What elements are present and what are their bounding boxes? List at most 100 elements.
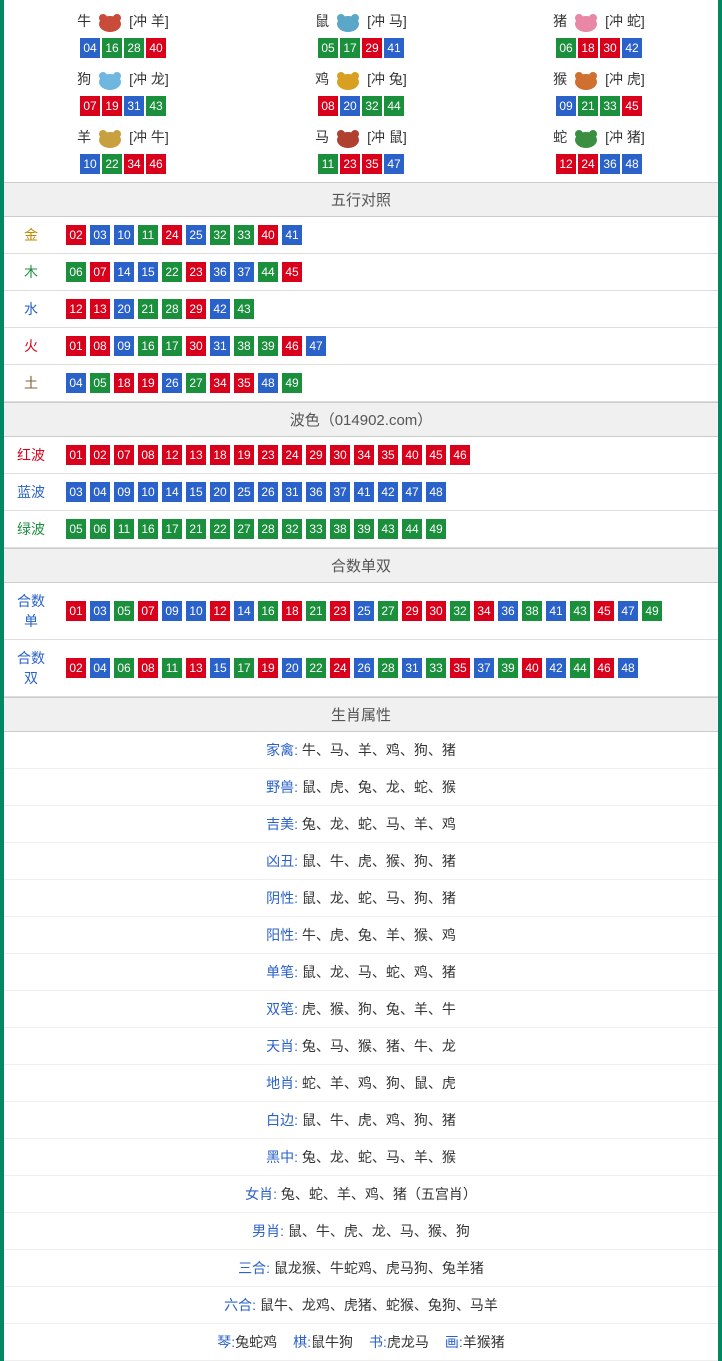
zodiac-name: 羊 (77, 127, 91, 147)
row-nums: 06071415222336374445 (58, 254, 718, 291)
number-chip: 11 (114, 519, 134, 539)
number-chip: 25 (234, 482, 254, 502)
number-chip: 21 (186, 519, 206, 539)
number-chip: 19 (102, 96, 122, 116)
number-chip: 22 (210, 519, 230, 539)
number-chip: 33 (234, 225, 254, 245)
attr-val: 鼠、牛、虎、鸡、狗、猪 (302, 1112, 456, 1128)
zodiac-name: 猪 (553, 11, 567, 31)
zodiac-icon (93, 8, 127, 34)
zodiac-clash: [冲 兔] (367, 69, 407, 89)
attr-row: 黑中: 兔、龙、蛇、马、羊、猴 (4, 1139, 718, 1176)
number-chip: 16 (138, 336, 158, 356)
number-chip: 08 (90, 336, 110, 356)
zodiac-name: 蛇 (553, 127, 567, 147)
number-chip: 14 (162, 482, 182, 502)
table-row: 木06071415222336374445 (4, 254, 718, 291)
number-chip: 04 (66, 373, 86, 393)
number-chip: 20 (282, 658, 302, 678)
attr-key: 单笔: (266, 964, 302, 980)
table-row: 金02031011242532334041 (4, 217, 718, 254)
row-label: 蓝波 (4, 474, 58, 511)
number-chip: 12 (162, 445, 182, 465)
attr-row: 地肖: 蛇、羊、鸡、狗、鼠、虎 (4, 1065, 718, 1102)
row-nums: 0108091617303138394647 (58, 328, 718, 365)
final-val: 兔蛇鸡 (235, 1334, 277, 1350)
table-bose: 红波0102070812131819232429303435404546蓝波03… (4, 437, 718, 548)
attr-key: 男肖: (252, 1223, 288, 1239)
number-chip: 47 (306, 336, 326, 356)
number-chip: 41 (282, 225, 302, 245)
number-chip: 12 (210, 601, 230, 621)
final-key: 书: (369, 1334, 387, 1350)
row-nums: 0204060811131517192022242628313335373940… (58, 640, 718, 697)
attr-key: 六合: (224, 1297, 260, 1313)
number-chip: 39 (258, 336, 278, 356)
table-row: 绿波05061116172122272832333839434449 (4, 511, 718, 548)
final-key: 琴: (217, 1334, 235, 1350)
row-label: 合数双 (4, 640, 58, 697)
number-chip: 20 (340, 96, 360, 116)
number-chip: 21 (578, 96, 598, 116)
attr-row: 阳性: 牛、虎、兔、羊、猴、鸡 (4, 917, 718, 954)
attr-row: 凶丑: 鼠、牛、虎、猴、狗、猪 (4, 843, 718, 880)
number-chip: 08 (138, 658, 158, 678)
attr-key: 凶丑: (266, 853, 302, 869)
row-nums: 05061116172122272832333839434449 (58, 511, 718, 548)
number-chip: 04 (90, 482, 110, 502)
number-chip: 08 (138, 445, 158, 465)
attr-val: 鼠、虎、兔、龙、蛇、猴 (302, 779, 456, 795)
row-label: 火 (4, 328, 58, 365)
attr-key: 三合: (238, 1260, 274, 1276)
row-label: 金 (4, 217, 58, 254)
number-chip: 38 (522, 601, 542, 621)
number-chip: 25 (354, 601, 374, 621)
number-chip: 11 (162, 658, 182, 678)
table-wuxing: 金02031011242532334041木060714152223363744… (4, 217, 718, 402)
number-chip: 38 (234, 336, 254, 356)
zodiac-cell: 羊[冲 牛]10223446 (4, 120, 242, 178)
table-row: 火0108091617303138394647 (4, 328, 718, 365)
number-chip: 26 (162, 373, 182, 393)
final-val: 鼠牛狗 (311, 1334, 353, 1350)
zodiac-cell: 蛇[冲 猪]12243648 (480, 120, 718, 178)
number-chip: 01 (66, 601, 86, 621)
number-chip: 19 (258, 658, 278, 678)
row-label: 红波 (4, 437, 58, 474)
zodiac-icon (93, 124, 127, 150)
final-pair: 琴:兔蛇鸡 (217, 1332, 277, 1352)
zodiac-name: 牛 (77, 11, 91, 31)
number-chip: 32 (210, 225, 230, 245)
number-chip: 14 (114, 262, 134, 282)
number-chip: 07 (114, 445, 134, 465)
number-chip: 26 (258, 482, 278, 502)
number-chip: 49 (282, 373, 302, 393)
attr-val: 牛、马、羊、鸡、狗、猪 (302, 742, 456, 758)
number-chip: 24 (330, 658, 350, 678)
number-chip: 29 (186, 299, 206, 319)
number-chip: 30 (330, 445, 350, 465)
number-chip: 32 (362, 96, 382, 116)
number-chip: 20 (210, 482, 230, 502)
row-label: 合数单 (4, 583, 58, 640)
number-chip: 02 (66, 225, 86, 245)
number-chip: 27 (378, 601, 398, 621)
zodiac-icon (331, 124, 365, 150)
number-chip: 48 (618, 658, 638, 678)
number-chip: 02 (66, 658, 86, 678)
attr-val: 鼠、龙、蛇、马、狗、猪 (302, 890, 456, 906)
number-chip: 20 (114, 299, 134, 319)
zodiac-cell: 鸡[冲 兔]08203244 (242, 62, 480, 120)
attr-row: 男肖: 鼠、牛、虎、龙、马、猴、狗 (4, 1213, 718, 1250)
attr-val: 兔、蛇、羊、鸡、猪（五宫肖） (281, 1186, 477, 1202)
number-chip: 24 (282, 445, 302, 465)
number-chip: 21 (138, 299, 158, 319)
number-chip: 14 (234, 601, 254, 621)
zodiac-grid: 牛[冲 羊]04162840鼠[冲 马]05172941猪[冲 蛇]061830… (4, 0, 718, 182)
attr-row: 双笔: 虎、猴、狗、兔、羊、牛 (4, 991, 718, 1028)
number-chip: 45 (426, 445, 446, 465)
number-chip: 12 (556, 154, 576, 174)
number-chip: 46 (594, 658, 614, 678)
number-chip: 24 (578, 154, 598, 174)
attr-row: 家禽: 牛、马、羊、鸡、狗、猪 (4, 732, 718, 769)
